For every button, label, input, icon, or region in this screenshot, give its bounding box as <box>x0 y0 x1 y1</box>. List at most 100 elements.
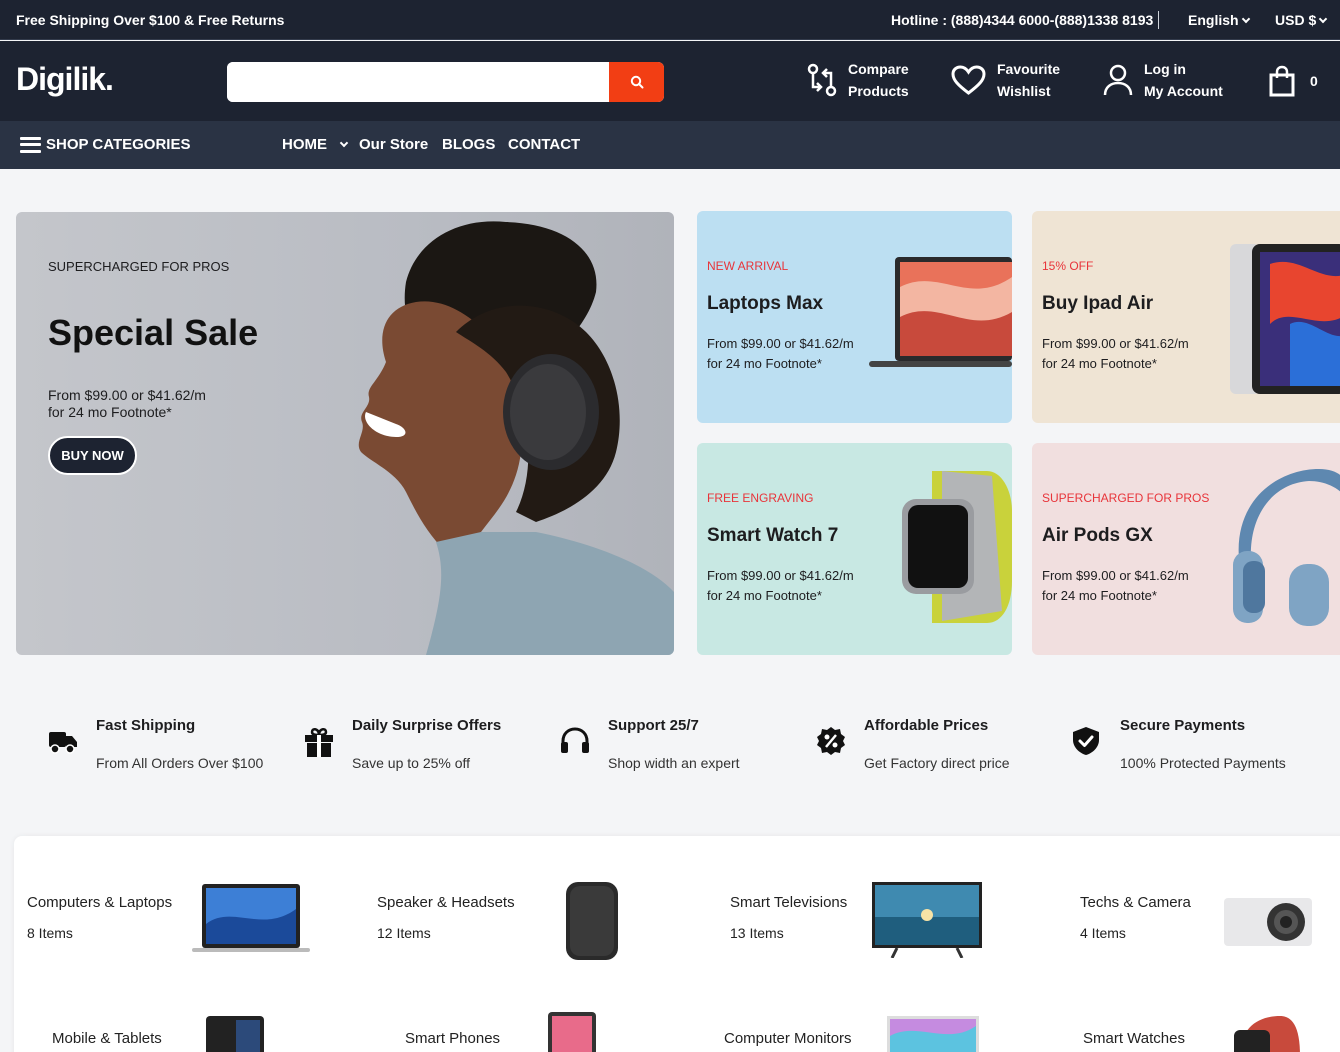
promo-line1: From $99.00 or $41.62/m <box>1042 336 1189 351</box>
promo-line1: From $99.00 or $41.62/m <box>707 568 854 583</box>
category-name: Smart Televisions <box>730 894 848 911</box>
promo-title: Buy Ipad Air <box>1042 293 1154 314</box>
category-count: 12 Items <box>377 925 431 941</box>
user-icon <box>1103 64 1133 96</box>
promo-line1: From $99.00 or $41.62/m <box>1042 568 1189 583</box>
category-name: Mobile & Tablets <box>52 1030 162 1047</box>
top-bar: Free Shipping Over $100 & Free Returns H… <box>0 0 1340 40</box>
feature-title: Support 25/7 <box>608 717 699 734</box>
nav-our-store[interactable]: Our Store <box>359 136 428 153</box>
hero-eyebrow: SUPERCHARGED FOR PROS <box>48 259 230 274</box>
promo-line2: for 24 mo Footnote* <box>1042 356 1157 371</box>
hero-price-line1: From $99.00 or $41.62/m <box>48 387 206 403</box>
wishlist-link[interactable]: Favourite Wishlist <box>950 58 1060 102</box>
hero-banner: SUPERCHARGED FOR PROS Special Sale From … <box>16 212 674 655</box>
category-smart-phones[interactable]: Smart Phones <box>405 1030 500 1047</box>
feature-desc: Get Factory direct price <box>864 755 1010 771</box>
nav-home[interactable]: HOME <box>282 136 349 153</box>
search-icon <box>630 75 643 89</box>
my-account-label: My Account <box>1144 83 1223 99</box>
smart-speaker-image <box>566 882 618 960</box>
promo-title: Laptops Max <box>707 293 824 314</box>
smartwatch-image <box>1234 1016 1300 1052</box>
promo-title: Air Pods GX <box>1042 525 1153 546</box>
promo-card-smartwatch[interactable]: FREE ENGRAVING Smart Watch 7 From $99.00… <box>697 443 1012 655</box>
main-nav: SHOP CATEGORIES HOME Our Store BLOGS CON… <box>0 121 1340 169</box>
category-name: Techs & Camera <box>1080 894 1191 911</box>
search-input[interactable] <box>227 62 609 102</box>
category-name: Speaker & Headsets <box>377 894 515 911</box>
buy-now-button[interactable]: BUY NOW <box>48 436 137 475</box>
category-count: 4 Items <box>1080 925 1126 941</box>
account-link[interactable]: Log in My Account <box>1102 58 1223 102</box>
category-speaker-headsets[interactable]: Speaker & Headsets 12 Items <box>377 894 515 941</box>
promo-line2: for 24 mo Footnote* <box>707 356 822 371</box>
promo-desc: From $99.00 or $41.62/m for 24 mo Footnot… <box>707 334 867 374</box>
category-name: Smart Phones <box>405 1030 501 1047</box>
feature-title: Affordable Prices <box>864 717 989 734</box>
shopping-bag-icon[interactable] <box>1268 65 1296 97</box>
compare-icon <box>807 63 837 97</box>
promo-eyebrow: NEW ARRIVAL <box>707 259 789 273</box>
monitor-image <box>887 1016 979 1052</box>
promo-card-laptops[interactable]: NEW ARRIVAL Laptops Max From $99.00 or $… <box>697 211 1012 423</box>
feature-desc: Shop width an expert <box>608 755 740 771</box>
category-smart-televisions[interactable]: Smart Televisions 13 Items <box>730 894 847 941</box>
promo-line2: for 24 mo Footnote* <box>1042 588 1157 603</box>
smartwatch-image <box>902 471 1012 623</box>
cart-count: 0 <box>1310 73 1318 89</box>
headphones-icon <box>561 727 589 753</box>
login-label: Log in <box>1144 61 1186 77</box>
shop-categories-button[interactable]: SHOP CATEGORIES <box>20 136 190 153</box>
language-selector[interactable]: English <box>1188 12 1250 28</box>
promo-eyebrow: SUPERCHARGED FOR PROS <box>1042 491 1210 505</box>
heart-icon <box>951 65 986 95</box>
category-smart-watches[interactable]: Smart Watches <box>1083 1030 1185 1047</box>
nav-blogs[interactable]: BLOGS <box>442 136 495 153</box>
currency-selector[interactable]: USD $ <box>1275 12 1328 28</box>
promo-desc: From $99.00 or $41.62/m for 24 mo Footnot… <box>1042 334 1202 374</box>
laptop-image <box>192 884 310 952</box>
promo-eyebrow: 15% OFF <box>1042 259 1094 273</box>
promo-desc: From $99.00 or $41.62/m for 24 mo Footnot… <box>1042 566 1202 606</box>
shop-categories-label: SHOP CATEGORIES <box>46 136 191 153</box>
currency-label: USD $ <box>1275 12 1317 28</box>
category-computers-laptops[interactable]: Computers & Laptops 8 Items <box>27 894 172 941</box>
shield-check-icon <box>1073 727 1099 755</box>
nav-home-label: HOME <box>282 136 327 153</box>
search-button[interactable] <box>609 62 664 102</box>
feature-desc: Save up to 25% off <box>352 755 471 771</box>
gift-icon <box>305 728 333 757</box>
promo-card-ipad[interactable]: 15% OFF Buy Ipad Air From $99.00 or $41.… <box>1032 211 1340 423</box>
feature-desc: 100% Protected Payments <box>1120 755 1286 771</box>
logo[interactable]: Digilik. <box>16 61 114 98</box>
feature-desc: From All Orders Over $100 <box>96 755 264 771</box>
category-count: 8 Items <box>27 925 73 941</box>
promo-line2: for 24 mo Footnote* <box>707 588 822 603</box>
compare-products-link[interactable]: Compare Products <box>806 58 909 102</box>
headphones-image <box>1233 469 1340 626</box>
promo-card-airpods[interactable]: SUPERCHARGED FOR PROS Air Pods GX From $… <box>1032 443 1340 655</box>
chevron-down-icon <box>1241 14 1250 24</box>
promo-line1: From $99.00 or $41.62/m <box>707 336 854 351</box>
hotline: Hotline : (888)4344 6000-(888)1338 8193 <box>891 12 1154 28</box>
hero-price-line2: for 24 mo Footnote* <box>48 404 172 420</box>
category-mobile-tablets[interactable]: Mobile & Tablets <box>52 1030 162 1047</box>
nav-contact[interactable]: CONTACT <box>508 136 580 153</box>
feature-title: Fast Shipping <box>96 717 196 734</box>
chevron-down-icon <box>1318 14 1328 24</box>
category-computer-monitors[interactable]: Computer Monitors <box>724 1030 852 1047</box>
promo-eyebrow: FREE ENGRAVING <box>707 491 814 505</box>
laptop-image <box>869 257 1012 367</box>
foldable-phone-image <box>206 1016 264 1052</box>
truck-icon <box>49 732 77 754</box>
chevron-down-icon <box>339 138 349 148</box>
compare-label-1: Compare <box>848 61 909 77</box>
hero-price: From $99.00 or $41.62/m for 24 mo Footno… <box>48 387 248 421</box>
categories-panel: Computers & Laptops 8 Items Speaker & Hea… <box>14 836 1340 1052</box>
feature-title: Secure Payments <box>1120 717 1246 734</box>
category-techs-camera[interactable]: Techs & Camera 4 Items <box>1080 894 1191 941</box>
language-label: English <box>1188 12 1239 28</box>
camera-image <box>1224 898 1312 946</box>
divider <box>1158 11 1159 29</box>
